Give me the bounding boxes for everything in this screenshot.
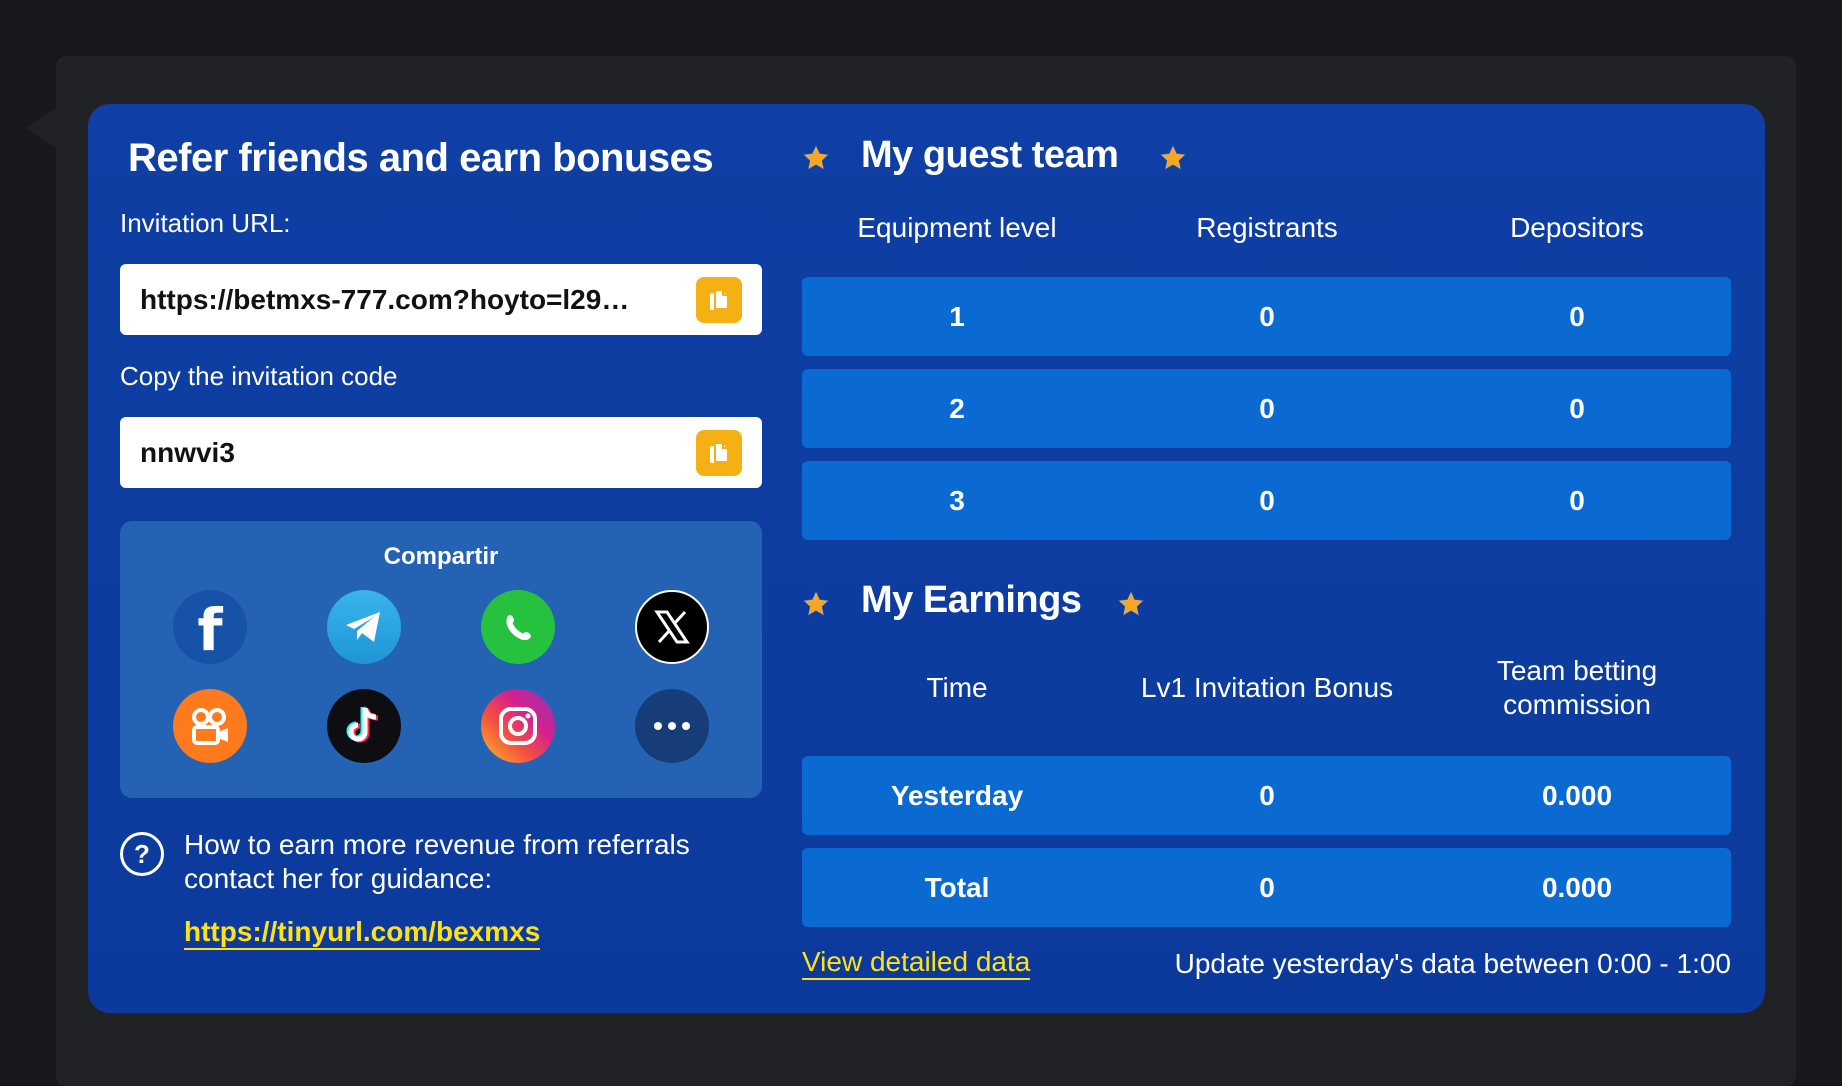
invitation-url-value[interactable]: https://betmxs-777.com?hoyto=l29… [140,284,680,316]
whatsapp-icon[interactable] [481,590,555,664]
earnings-time-cell: Yesterday [890,780,1024,811]
view-detailed-data-link[interactable]: View detailed data [802,946,1031,980]
help-link[interactable]: https://tinyurl.com/bexmxs [184,916,541,950]
facebook-icon[interactable]: f [173,590,247,664]
more-icon[interactable] [635,689,709,763]
earnings-bonus-cell: 0 [1259,872,1275,903]
team-row: 3 0 0 [802,461,1731,540]
earnings-commission-cell: 0.000 [1541,780,1613,811]
invitation-url-label: Invitation URL: [120,208,291,238]
x-icon[interactable] [635,590,709,664]
invitation-code-field[interactable]: nnwvi3 [120,417,762,488]
team-header-registrants: Registrants [1196,212,1338,243]
refer-title: Refer friends and earn bonuses [128,136,714,180]
team-header-level: Equipment level [857,212,1057,243]
panel-pointer [26,108,56,148]
team-header-depositors: Depositors [1510,212,1644,243]
earnings-header-commission: Team betting commission [1496,655,1658,720]
team-row: 1 0 0 [802,277,1731,356]
referral-card: Refer friends and earn bonuses Invitatio… [88,104,1765,1013]
invitation-url-field[interactable]: https://betmxs-777.com?hoyto=l29… [120,264,762,335]
team-depositors-cell: 0 [1569,393,1585,424]
share-panel: Compartir f [120,521,762,798]
team-depositors-cell: 0 [1569,301,1585,332]
help-text: How to earn more revenue from referrals … [184,829,690,894]
earnings-commission-cell: 0.000 [1541,872,1613,903]
earnings-header-bonus: Lv1 Invitation Bonus [1140,672,1394,703]
team-title: My guest team [861,134,1119,176]
star-icon [803,144,829,170]
instagram-icon[interactable] [481,689,555,763]
team-registrants-cell: 0 [1259,393,1275,424]
copy-icon [710,288,729,310]
team-level-cell: 2 [949,393,965,424]
star-icon [1118,590,1144,616]
share-title: Compartir [383,543,499,570]
invitation-code-label: Copy the invitation code [120,361,398,391]
earnings-row: Total 0 0.000 [802,848,1731,927]
team-row: 2 0 0 [802,369,1731,448]
team-registrants-cell: 0 [1259,485,1275,516]
invitation-code-value[interactable]: nnwvi3 [140,437,680,469]
star-icon [803,590,829,616]
kwai-icon[interactable] [173,689,247,763]
telegram-icon[interactable] [327,590,401,664]
team-depositors-cell: 0 [1569,485,1585,516]
earnings-bonus-cell: 0 [1259,780,1275,811]
earnings-header-time: Time [926,672,988,703]
copy-url-button[interactable] [696,276,742,323]
star-icon [1160,144,1186,170]
team-registrants-cell: 0 [1259,301,1275,332]
copy-icon [710,441,729,463]
update-note: Update yesterday's data between 0:00 - 1… [1174,948,1731,979]
copy-code-button[interactable] [696,429,742,476]
earnings-title: My Earnings [861,579,1082,621]
earnings-time-cell: Total [924,872,990,903]
team-level-cell: 1 [949,301,965,332]
earnings-row: Yesterday 0 0.000 [802,756,1731,835]
team-level-cell: 3 [949,485,965,516]
tiktok-icon[interactable] [327,689,401,763]
help-icon: ? [120,832,164,876]
